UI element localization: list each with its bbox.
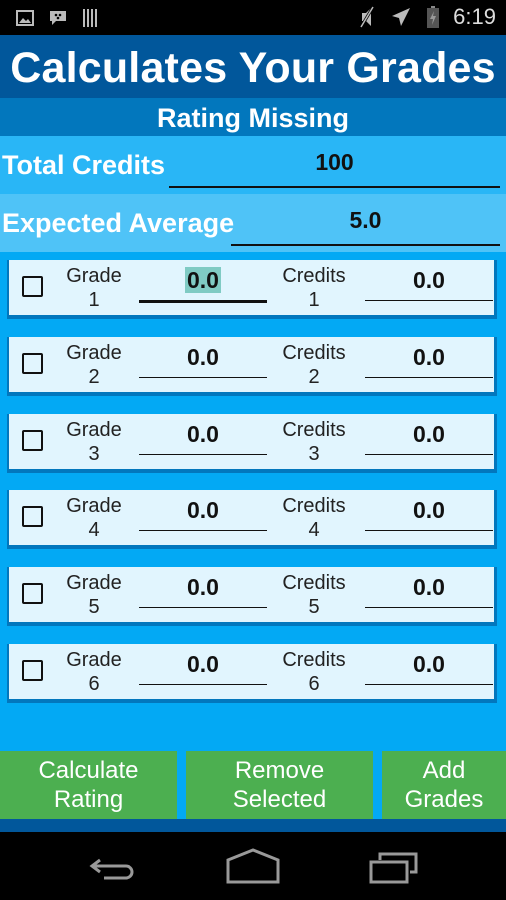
home-icon[interactable] [226, 846, 282, 886]
add-grades-button[interactable]: Add Grades [382, 751, 506, 819]
credits-label: Credits 2 [282, 342, 346, 388]
grade-row: Grade 3 0.0 Credits 3 0.0 [7, 414, 497, 473]
grade-label: Grade 4 [66, 495, 122, 541]
grade-input[interactable]: 0.0 [139, 495, 267, 531]
grade-row: Grade 1 0.0 Credits 1 0.0 [7, 260, 497, 319]
grade-row: Grade 4 0.0 Credits 4 0.0 [7, 490, 497, 549]
remove-selected-button[interactable]: Remove Selected [186, 751, 373, 819]
credits-input[interactable]: 0.0 [365, 649, 493, 685]
app-title: Calculates Your Grades [0, 35, 506, 98]
credits-label: Credits 5 [282, 572, 346, 618]
grade-label: Grade 1 [66, 265, 122, 311]
credits-label: Credits 1 [282, 265, 346, 311]
airplane-mode-icon [392, 8, 411, 26]
credits-input[interactable]: 0.0 [365, 572, 493, 608]
mute-icon [359, 6, 375, 28]
grade-row: Grade 5 0.0 Credits 5 0.0 [7, 567, 497, 626]
select-checkbox[interactable] [22, 353, 43, 374]
expected-average-label: Expected Average [2, 208, 235, 238]
grade-row: Grade 2 0.0 Credits 2 0.0 [7, 337, 497, 396]
grade-label: Grade 3 [66, 419, 122, 465]
grade-row: Grade 6 0.0 Credits 6 0.0 [7, 644, 497, 703]
select-checkbox[interactable] [22, 506, 43, 527]
select-checkbox[interactable] [22, 583, 43, 604]
recent-apps-icon[interactable] [368, 846, 420, 886]
select-checkbox[interactable] [22, 430, 43, 451]
credits-input[interactable]: 0.0 [365, 265, 493, 301]
select-checkbox[interactable] [22, 276, 43, 297]
grade-input[interactable]: 0.0 [139, 342, 267, 378]
grade-label: Grade 2 [66, 342, 122, 388]
navigation-bar [0, 832, 506, 900]
credits-input[interactable]: 0.0 [365, 342, 493, 378]
clock: 6:19 [453, 4, 496, 29]
total-credits-label: Total Credits [2, 150, 166, 180]
credits-input[interactable]: 0.0 [365, 495, 493, 531]
calculate-rating-button[interactable]: Calculate Rating [0, 751, 177, 819]
image-icon [16, 10, 34, 26]
expected-average-row: Expected Average 5.0 [0, 194, 506, 252]
select-checkbox[interactable] [22, 660, 43, 681]
credits-label: Credits 3 [282, 419, 346, 465]
bbm-chat-icon [50, 11, 66, 25]
total-credits-row: Total Credits 100 [0, 136, 506, 194]
grade-input[interactable]: 0.0 [139, 572, 267, 608]
credits-label: Credits 6 [282, 649, 346, 695]
battery-charging-icon [427, 6, 440, 28]
status-bar: 6:19 [0, 0, 506, 35]
grade-input[interactable]: 0.0 [139, 265, 267, 303]
credits-label: Credits 4 [282, 495, 346, 541]
rating-status: Rating Missing [0, 98, 506, 136]
app-content: Calculates Your Grades Rating Missing To… [0, 35, 506, 832]
action-buttons: Calculate Rating Remove Selected Add Grades [0, 751, 506, 819]
barcode-icon [83, 9, 97, 27]
grade-input[interactable]: 0.0 [139, 419, 267, 455]
grade-input[interactable]: 0.0 [139, 649, 267, 685]
grade-label: Grade 5 [66, 572, 122, 618]
footer-strip [0, 819, 506, 832]
grade-label: Grade 6 [66, 649, 122, 695]
total-credits-input[interactable]: 100 [169, 146, 500, 188]
expected-average-input[interactable]: 5.0 [231, 204, 500, 246]
credits-input[interactable]: 0.0 [365, 419, 493, 455]
back-icon[interactable] [88, 846, 138, 886]
